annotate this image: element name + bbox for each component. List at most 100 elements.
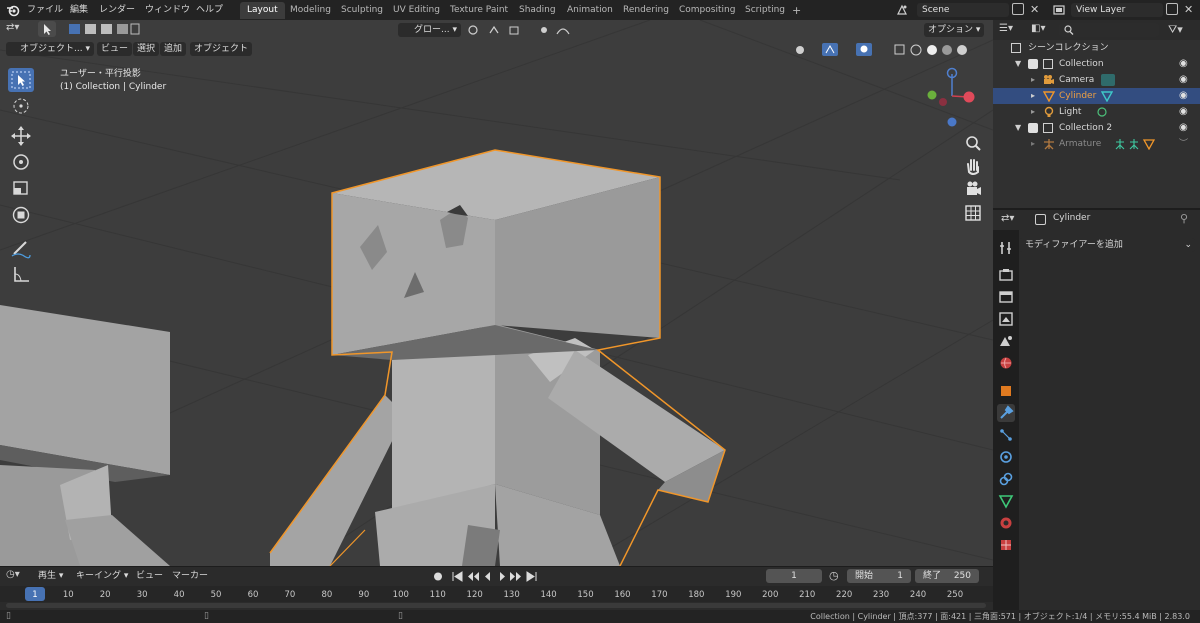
properties-editor[interactable]: ⇄▾ Cylinder ⚲ モディファイアーを追加 ⌄: [993, 208, 1200, 612]
transform-orientation-dropdown[interactable]: グロー... ▾: [398, 23, 461, 37]
modifier-tab-icon[interactable]: [997, 404, 1015, 422]
scene-field[interactable]: Scene: [917, 3, 1009, 17]
display-mode-icon[interactable]: ◧▾: [1031, 23, 1055, 37]
menu-marker[interactable]: マーカー: [168, 569, 212, 583]
menu-help[interactable]: ヘルプ: [196, 3, 223, 17]
editor-type-icon[interactable]: ☰▾: [999, 23, 1029, 37]
camera-view-icon[interactable]: [962, 178, 984, 200]
view-layer-icon[interactable]: [1052, 3, 1066, 17]
scene-tab-icon[interactable]: [997, 332, 1015, 350]
close-icon[interactable]: ✕: [1184, 3, 1198, 17]
close-icon[interactable]: ✕: [1030, 3, 1044, 17]
menu-edit[interactable]: 編集: [70, 3, 88, 17]
checkbox-icon[interactable]: [1028, 59, 1038, 69]
camera-data-icon[interactable]: [1101, 74, 1115, 86]
pan-hand-icon[interactable]: [962, 155, 984, 177]
copy-view-layer-icon[interactable]: [1166, 3, 1178, 15]
mesh-data-icon[interactable]: [1101, 90, 1113, 102]
playback-controls[interactable]: [430, 569, 546, 584]
blender-logo-icon[interactable]: [6, 3, 20, 17]
tab-layout[interactable]: Layout: [240, 2, 285, 19]
viewport-shading-icons[interactable]: [792, 42, 990, 57]
outliner[interactable]: ☰▾ ◧▾ ⛛▾ シーンコレクション ▼ Collection ◉ ▸ Came…: [993, 20, 1200, 208]
options-dropdown[interactable]: オプション ▾: [924, 23, 985, 37]
tab-animation[interactable]: Animation: [560, 2, 620, 19]
view-layer-field[interactable]: View Layer: [1071, 3, 1163, 17]
menu-add[interactable]: 追加: [160, 42, 187, 56]
end-frame-field[interactable]: 終了 250: [915, 569, 979, 583]
menu-render[interactable]: レンダー: [99, 3, 135, 17]
world-tab-icon[interactable]: [997, 354, 1015, 372]
tab-compositing[interactable]: Compositing: [672, 2, 742, 19]
add-workspace-button[interactable]: +: [785, 2, 808, 19]
expand-arrow-icon[interactable]: ▼: [1015, 56, 1021, 72]
zoom-icon[interactable]: [962, 132, 984, 154]
hidden-eye-icon[interactable]: ︶: [1179, 136, 1188, 152]
expand-arrow-icon[interactable]: ▸: [1031, 88, 1035, 104]
current-frame-field[interactable]: 1: [766, 569, 822, 583]
eye-icon[interactable]: ◉: [1179, 72, 1188, 88]
timeline[interactable]: ◷▾ 再生 ▾ キーイング ▾ ビュー マーカー 1 ◷ 開始 1 終了 250…: [0, 566, 993, 610]
particles-tab-icon[interactable]: [997, 426, 1015, 444]
transform-tool[interactable]: [8, 203, 34, 227]
editor-type-icon[interactable]: ⇄▾: [6, 22, 28, 36]
object-tab-icon[interactable]: [997, 382, 1015, 400]
scale-tool[interactable]: [8, 176, 34, 200]
menu-playback[interactable]: 再生 ▾: [34, 569, 67, 583]
outliner-search-input[interactable]: [1059, 23, 1159, 37]
eye-icon[interactable]: ◉: [1179, 56, 1188, 72]
tab-modeling[interactable]: Modeling: [283, 2, 338, 19]
tab-shading[interactable]: Shading: [512, 2, 563, 19]
select-box-tool[interactable]: [8, 68, 34, 92]
rotate-tool[interactable]: [8, 150, 34, 174]
light-data-icon[interactable]: [1096, 106, 1108, 118]
3d-viewport[interactable]: ⇄▾ オブジェクト... ▾ ビュー 選択 追加 オブジェクト グロー... ▾…: [0, 20, 993, 566]
object-data-tab-icon[interactable]: [997, 492, 1015, 510]
outliner-row-armature[interactable]: ▸ Armature ︶: [993, 136, 1200, 152]
selection-mode-icons[interactable]: [68, 22, 140, 36]
eye-icon[interactable]: ◉: [1179, 104, 1188, 120]
editor-type-icon[interactable]: ⇄▾: [1001, 213, 1025, 227]
expand-arrow-icon[interactable]: ▸: [1031, 72, 1035, 88]
tab-sculpting[interactable]: Sculpting: [334, 2, 390, 19]
menu-view[interactable]: ビュー: [97, 42, 133, 56]
editor-type-icon[interactable]: ◷▾: [6, 569, 28, 583]
material-tab-icon[interactable]: [997, 514, 1015, 532]
outliner-row-collection-2[interactable]: ▼ Collection 2 ◉: [993, 120, 1200, 136]
expand-arrow-icon[interactable]: ▸: [1031, 136, 1035, 152]
add-modifier-dropdown[interactable]: モディファイアーを追加 ⌄: [1019, 238, 1195, 252]
menu-window[interactable]: ウィンドウ: [145, 3, 190, 17]
clock-icon[interactable]: ◷: [829, 569, 843, 583]
scene-render[interactable]: [0, 20, 993, 566]
eye-icon[interactable]: ◉: [1179, 88, 1188, 104]
menu-keying[interactable]: キーイング ▾: [72, 569, 132, 583]
output-tab-icon[interactable]: [997, 288, 1015, 306]
view-layer-tab-icon[interactable]: [997, 310, 1015, 328]
tab-rendering[interactable]: Rendering: [616, 2, 676, 19]
grid-perspective-icon[interactable]: [962, 202, 984, 224]
timeline-scrollbar[interactable]: [6, 603, 986, 608]
copy-scene-icon[interactable]: [1012, 3, 1024, 15]
select-tool-icon[interactable]: [38, 21, 56, 37]
mode-dropdown[interactable]: オブジェクト... ▾: [6, 42, 94, 56]
render-tab-icon[interactable]: [997, 266, 1015, 284]
cursor-tool[interactable]: [8, 94, 34, 118]
checkbox-icon[interactable]: [1028, 123, 1038, 133]
armature-data-icons[interactable]: [1115, 138, 1155, 150]
measure-tool[interactable]: [8, 262, 34, 286]
outliner-row-collection[interactable]: ▼ Collection ◉: [993, 56, 1200, 72]
proportional-edit-icons[interactable]: [537, 23, 577, 37]
tab-scripting[interactable]: Scripting: [738, 2, 792, 19]
scene-collection-row[interactable]: シーンコレクション: [993, 40, 1200, 56]
start-frame-field[interactable]: 開始 1: [847, 569, 911, 583]
navigation-gizmo[interactable]: [918, 66, 980, 128]
expand-arrow-icon[interactable]: ▼: [1015, 120, 1021, 136]
annotate-tool[interactable]: [8, 236, 34, 260]
expand-arrow-icon[interactable]: ▸: [1031, 104, 1035, 120]
outliner-row-cylinder[interactable]: ▸ Cylinder ◉: [993, 88, 1200, 104]
pin-icon[interactable]: ⚲: [1180, 212, 1188, 225]
filter-icon[interactable]: ⛛▾: [1168, 23, 1188, 37]
menu-object[interactable]: オブジェクト: [190, 42, 253, 56]
scene-icon[interactable]: [895, 3, 909, 17]
tab-texture-paint[interactable]: Texture Paint: [443, 2, 515, 19]
